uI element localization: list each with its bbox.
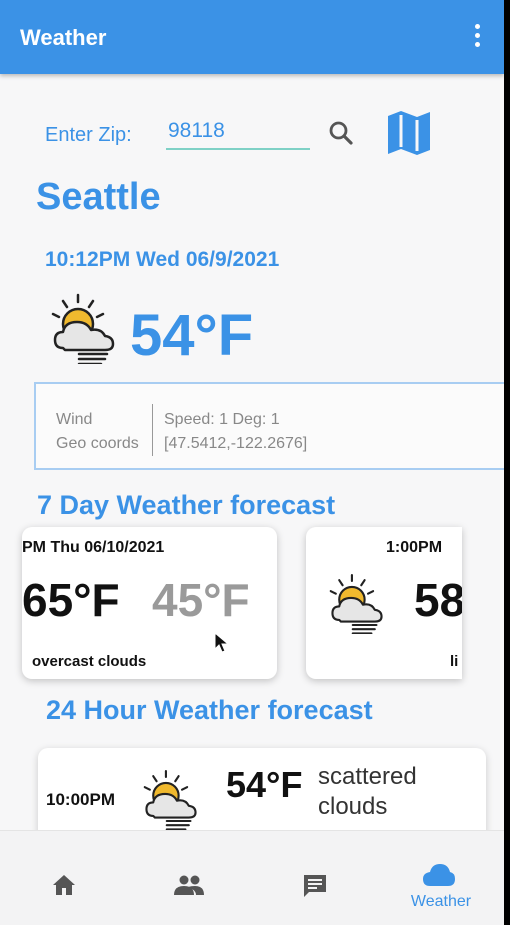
hourly-description: scattered clouds [318,763,417,820]
city-name: Seattle [36,176,161,218]
daily-forecast-card[interactable]: 1:00PM 58 li [306,527,462,679]
wind-label: Wind [56,411,93,428]
zip-label: Enter Zip: [45,124,132,146]
forecast-high-temp: 65°F [22,574,120,626]
forecast-high-temp: 58 [414,574,462,626]
nav-label-weather: Weather [410,893,472,910]
people-icon [174,875,204,895]
cloudy-sun-icon [324,572,390,634]
geo-coords-label: Geo coords [56,435,139,452]
geo-coords-value: [47.5412,-122.2676] [164,435,308,452]
nav-item-weather[interactable]: Weather [378,831,504,925]
daily-forecast-card[interactable]: PM Thu 06/10/2021 65°F 45°F overcast clo… [22,527,277,679]
forecast-date: 1:00PM [386,539,443,556]
app-title: Weather [20,25,107,50]
cloudy-sun-icon [45,292,123,364]
app-bar: Weather [0,0,504,74]
cloudy-sun-icon [138,768,204,830]
weather-screen: Weather Enter Zip: Seattle 10:12PM Wed 0… [0,0,504,925]
home-icon [53,875,75,895]
bottom-navigation: Weather [0,830,504,925]
forecast-description: li [450,653,459,670]
zip-input[interactable] [166,114,310,150]
chat-icon [304,875,326,897]
map-icon[interactable] [386,110,432,156]
hourly-temperature: 54°F [226,764,303,805]
cloud-icon [423,864,455,886]
hourly-time: 10:00PM [46,790,115,809]
nav-item-messages[interactable] [252,831,378,925]
more-vert-icon[interactable] [472,24,482,50]
forecast-low-temp: 45°F [152,574,250,626]
daily-forecast-title: 7 Day Weather forecast [37,490,336,520]
current-temperature: 54°F [130,303,254,368]
details-divider [152,404,153,456]
mouse-cursor-icon [214,632,230,653]
nav-item-people[interactable] [126,831,252,925]
forecast-description: overcast clouds [32,653,147,670]
hourly-forecast-title: 24 Hour Weather forecast [46,695,373,725]
nav-item-home[interactable] [0,831,126,925]
current-datetime: 10:12PM Wed 06/9/2021 [45,248,280,271]
search-icon[interactable] [328,120,354,146]
forecast-date: PM Thu 06/10/2021 [22,539,165,556]
weather-details-card: Wind Geo coords Speed: 1 Deg: 1 [47.5412… [34,382,504,470]
wind-value: Speed: 1 Deg: 1 [164,411,280,428]
